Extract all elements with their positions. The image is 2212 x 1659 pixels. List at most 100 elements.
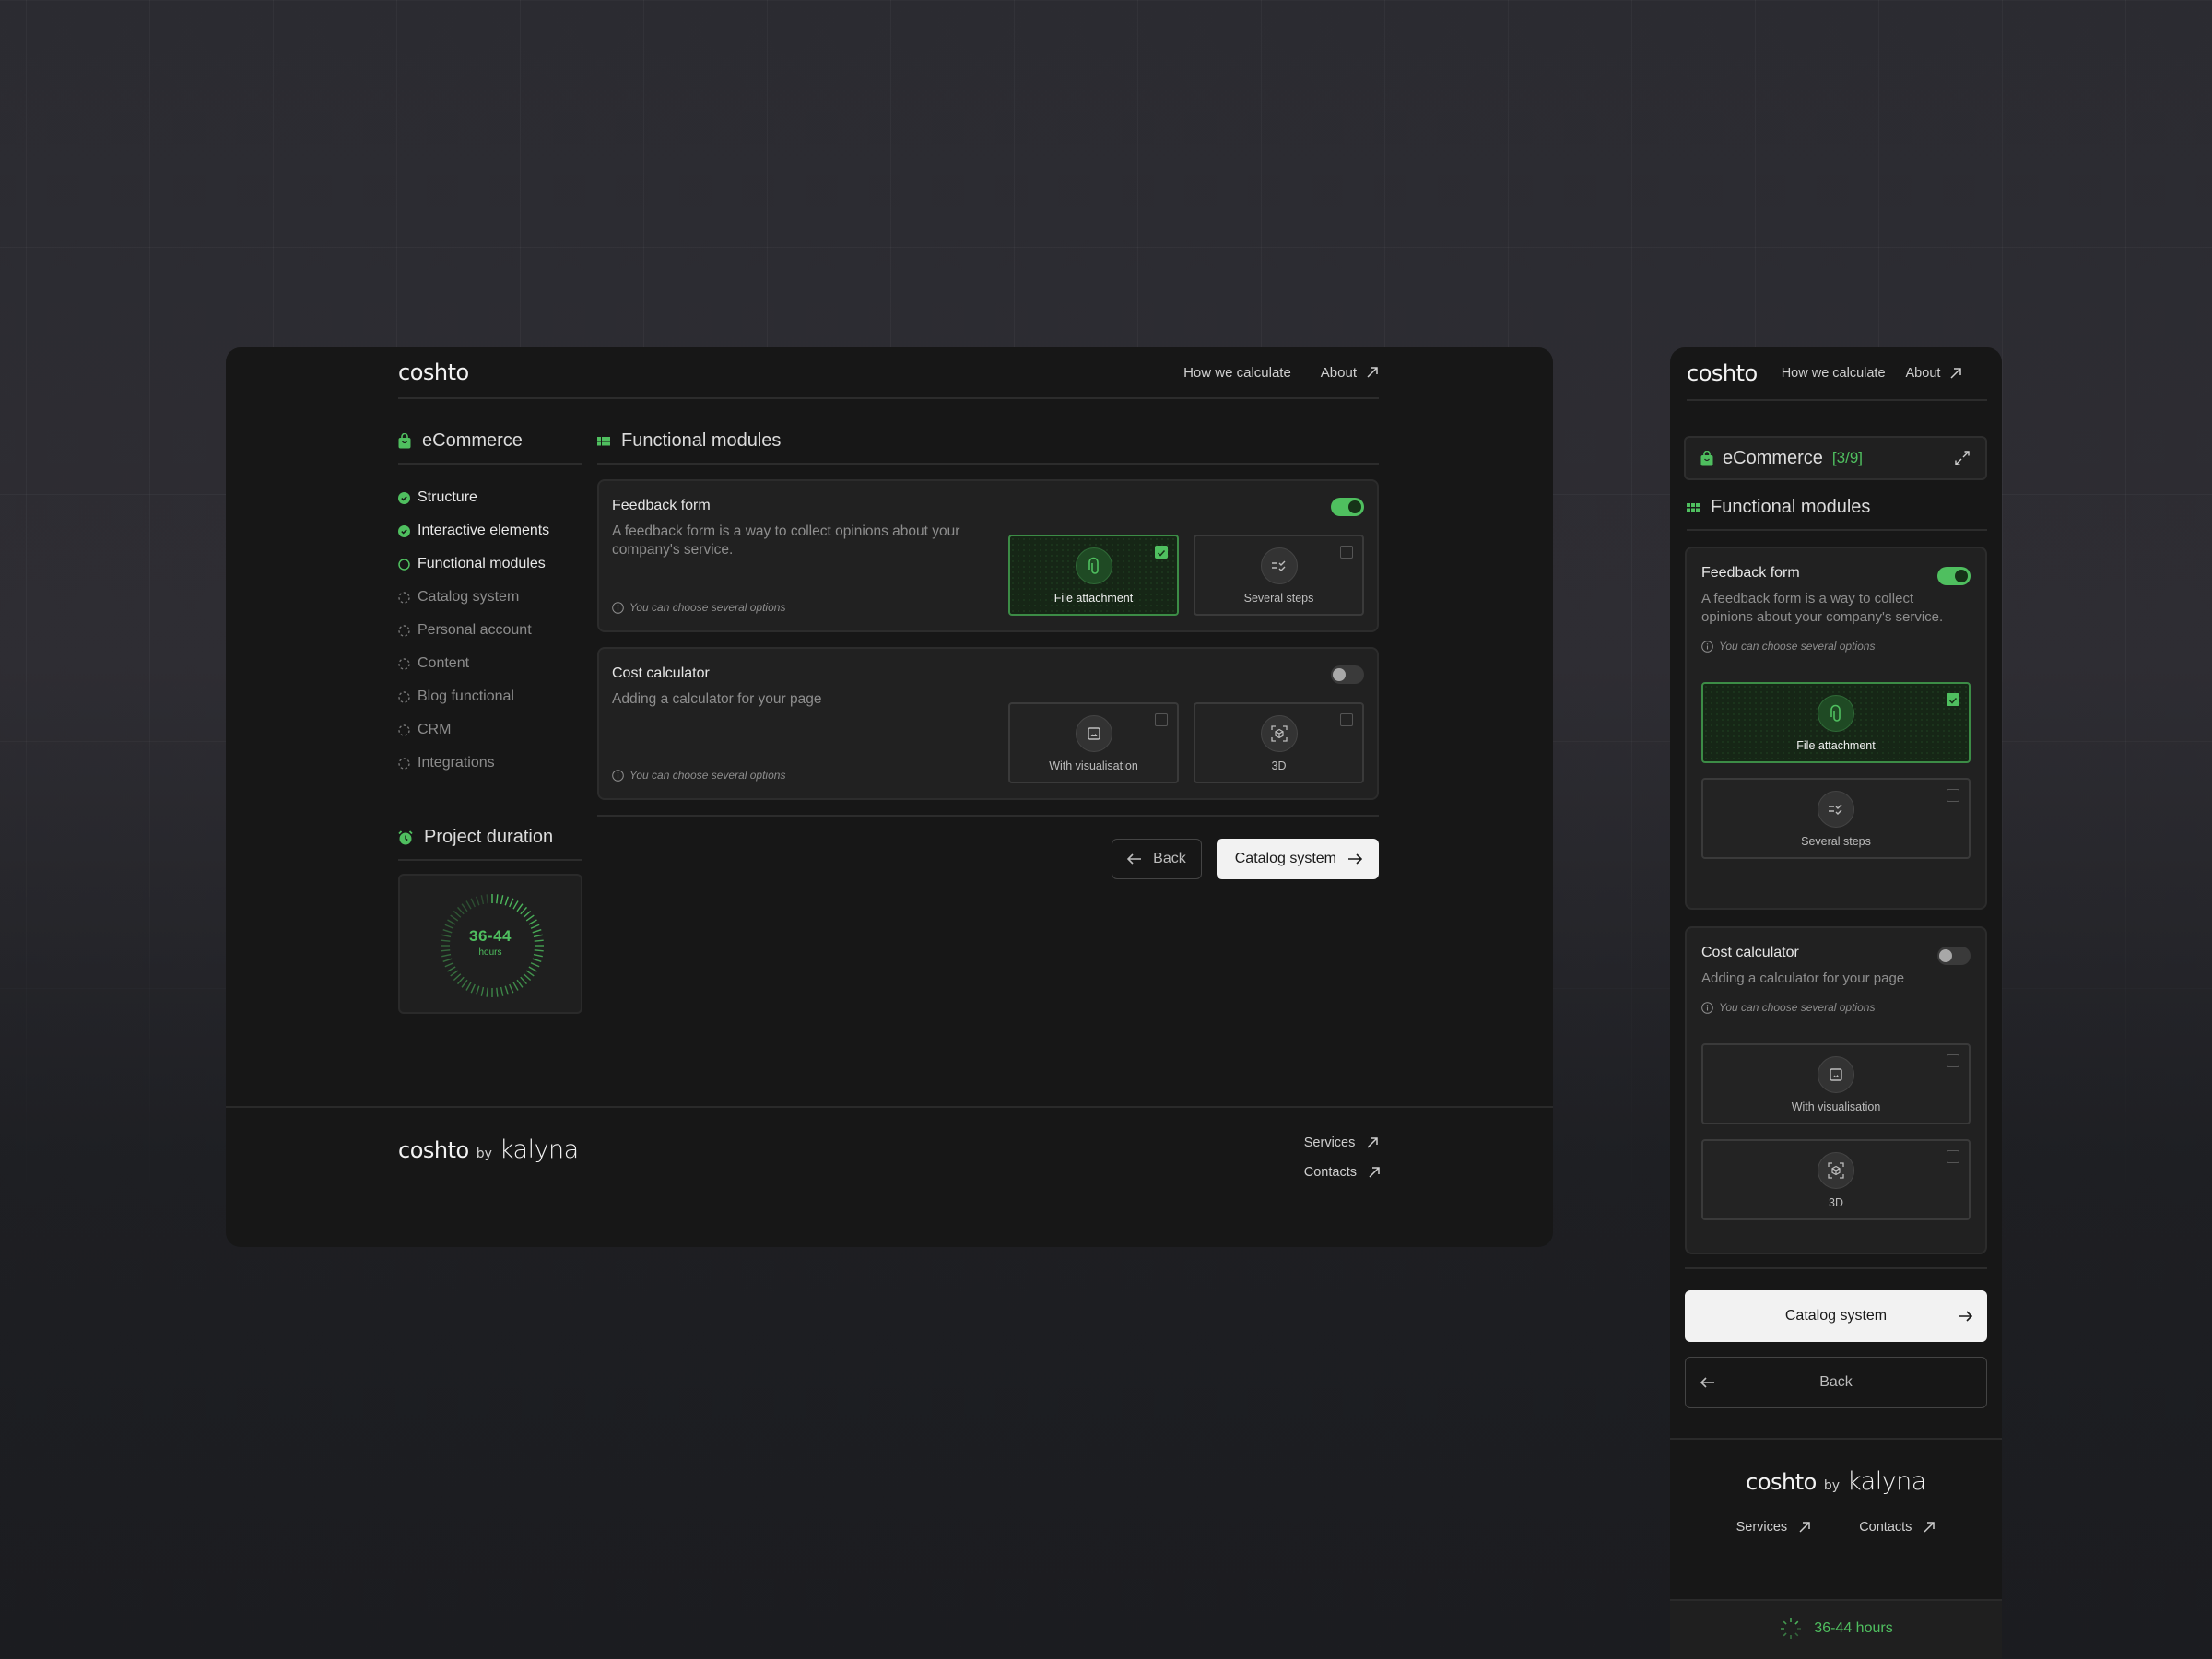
option-with-visualisation[interactable]: With visualisation (1701, 1043, 1971, 1124)
category-dropdown[interactable]: eCommerce [3/9] (1684, 436, 1987, 480)
step-functional-modules[interactable]: Functional modules (398, 547, 582, 581)
step-content[interactable]: Content (398, 647, 582, 680)
step-structure[interactable]: Structure (398, 481, 582, 514)
dial-tick (442, 958, 453, 962)
option-label: Several steps (1243, 592, 1314, 605)
dial-tick (480, 986, 485, 996)
3d-cube-icon (1260, 715, 1298, 752)
step-blog-functional[interactable]: Blog functional (398, 680, 582, 713)
next-button[interactable]: Catalog system (1685, 1290, 1987, 1342)
footer-brand[interactable]: coshto by kalyna (1670, 1467, 2002, 1496)
module-hint-text: You can choose several options (629, 769, 786, 782)
module-description: A feedback form is a way to collect opin… (1701, 591, 1944, 625)
option-checkbox[interactable] (1947, 693, 1959, 706)
step-label: Content (418, 655, 470, 671)
duration-gauge: 36-44 hours (398, 874, 582, 1014)
dial-tick (444, 962, 454, 968)
module-toggle[interactable] (1937, 947, 1971, 965)
dial-tick (500, 986, 504, 996)
dial-tick (509, 983, 514, 994)
module-options: File attachment Several steps (1008, 535, 1364, 616)
dial-tick (457, 976, 465, 985)
footer-link-contacts[interactable]: Contacts (1859, 1520, 1936, 1535)
module-description: Adding a calculator for your page (612, 691, 822, 707)
step-catalog-system[interactable]: Catalog system (398, 581, 582, 614)
nav-how-we-calculate[interactable]: How we calculate (1782, 366, 1886, 381)
module-toggle[interactable] (1937, 567, 1971, 585)
category-label: eCommerce (422, 430, 523, 451)
option-label: With visualisation (1049, 759, 1138, 772)
option-several-steps[interactable]: Several steps (1701, 778, 1971, 859)
dial-tick (528, 966, 537, 972)
nav-about[interactable]: About (1906, 366, 1963, 381)
nav-how-we-calculate[interactable]: How we calculate (1183, 365, 1291, 381)
footer-link-services[interactable]: Services (1304, 1135, 1380, 1150)
footer-link-label: Services (1735, 1520, 1788, 1535)
shopping-bag-icon (1700, 450, 1713, 465)
logo[interactable]: coshto (1687, 360, 1758, 386)
option-checkbox[interactable] (1947, 1054, 1959, 1067)
footer-link-contacts[interactable]: Contacts (1304, 1165, 1381, 1180)
back-button[interactable]: Back (1685, 1357, 1987, 1408)
grid-icon (1687, 502, 1700, 512)
dial-tick (504, 985, 509, 995)
option-checkbox[interactable] (1947, 1150, 1959, 1163)
dial-tick (480, 895, 485, 905)
arrow-right-icon (1348, 853, 1362, 865)
dial-tick (528, 919, 537, 925)
dial-tick (457, 906, 465, 915)
footer-brand[interactable]: coshto by kalyna (398, 1135, 579, 1164)
option-file-attachment[interactable]: File attachment (1008, 535, 1179, 616)
expand-icon[interactable] (1954, 450, 1971, 466)
option-checkbox[interactable] (1340, 713, 1353, 726)
module-toggle[interactable] (1331, 498, 1364, 516)
section-title-label: Functional modules (1711, 497, 1871, 517)
option-checkbox[interactable] (1340, 546, 1353, 559)
desktop-footer: coshto by kalyna Services Contacts (226, 1106, 1553, 1247)
module-options: With visualisation 3D (1008, 702, 1364, 783)
dial-tick (525, 970, 535, 977)
dial-tick (530, 962, 540, 968)
option-label: With visualisation (1791, 1100, 1881, 1113)
logo[interactable]: coshto (398, 359, 469, 385)
module-card-feedback-form: Feedback form A feedback form is a way t… (1685, 547, 1987, 910)
option-checkbox[interactable] (1155, 713, 1168, 726)
option-checkbox[interactable] (1155, 546, 1168, 559)
back-button-label: Back (1819, 1374, 1853, 1390)
module-hint-text: You can choose several options (1719, 1001, 1876, 1014)
footer-by: by (1823, 1478, 1840, 1493)
dial-tick (520, 976, 527, 985)
step-list: Structure Interactive elements Functiona… (398, 481, 582, 780)
option-several-steps[interactable]: Several steps (1194, 535, 1364, 616)
option-checkbox[interactable] (1947, 789, 1959, 802)
module-title: Cost calculator (1701, 945, 1799, 960)
project-duration: Project duration 36-44 hours (398, 827, 582, 1014)
dial-tick (453, 973, 462, 981)
duration-bar[interactable]: 36-44 hours (1670, 1599, 2002, 1659)
check-circle-icon (398, 491, 410, 504)
back-button[interactable]: Back (1112, 839, 1202, 879)
option-label: Several steps (1801, 835, 1871, 848)
step-personal-account[interactable]: Personal account (398, 614, 582, 647)
option-3d[interactable]: 3D (1194, 702, 1364, 783)
step-integrations[interactable]: Integrations (398, 747, 582, 780)
dial-tick (509, 898, 514, 908)
step-label: CRM (418, 722, 452, 737)
nav-about[interactable]: About (1321, 365, 1379, 381)
dial-tick (461, 903, 468, 912)
option-3d[interactable]: 3D (1701, 1139, 1971, 1220)
dial-tick (465, 982, 472, 991)
current-circle-icon (398, 558, 410, 571)
actions-divider (1685, 1267, 1987, 1269)
option-with-visualisation[interactable]: With visualisation (1008, 702, 1179, 783)
external-arrow-icon (1924, 1522, 1936, 1533)
dashed-circle-icon (398, 624, 410, 637)
footer-link-services[interactable]: Services (1736, 1520, 1812, 1535)
option-file-attachment[interactable]: File attachment (1701, 682, 1971, 763)
module-toggle[interactable] (1331, 665, 1364, 684)
step-interactive-elements[interactable]: Interactive elements (398, 514, 582, 547)
next-button[interactable]: Catalog system (1216, 839, 1379, 879)
step-crm[interactable]: CRM (398, 713, 582, 747)
duration-title-label: Project duration (424, 827, 554, 847)
footer-partner-logo: kalyna (1847, 1467, 1926, 1496)
